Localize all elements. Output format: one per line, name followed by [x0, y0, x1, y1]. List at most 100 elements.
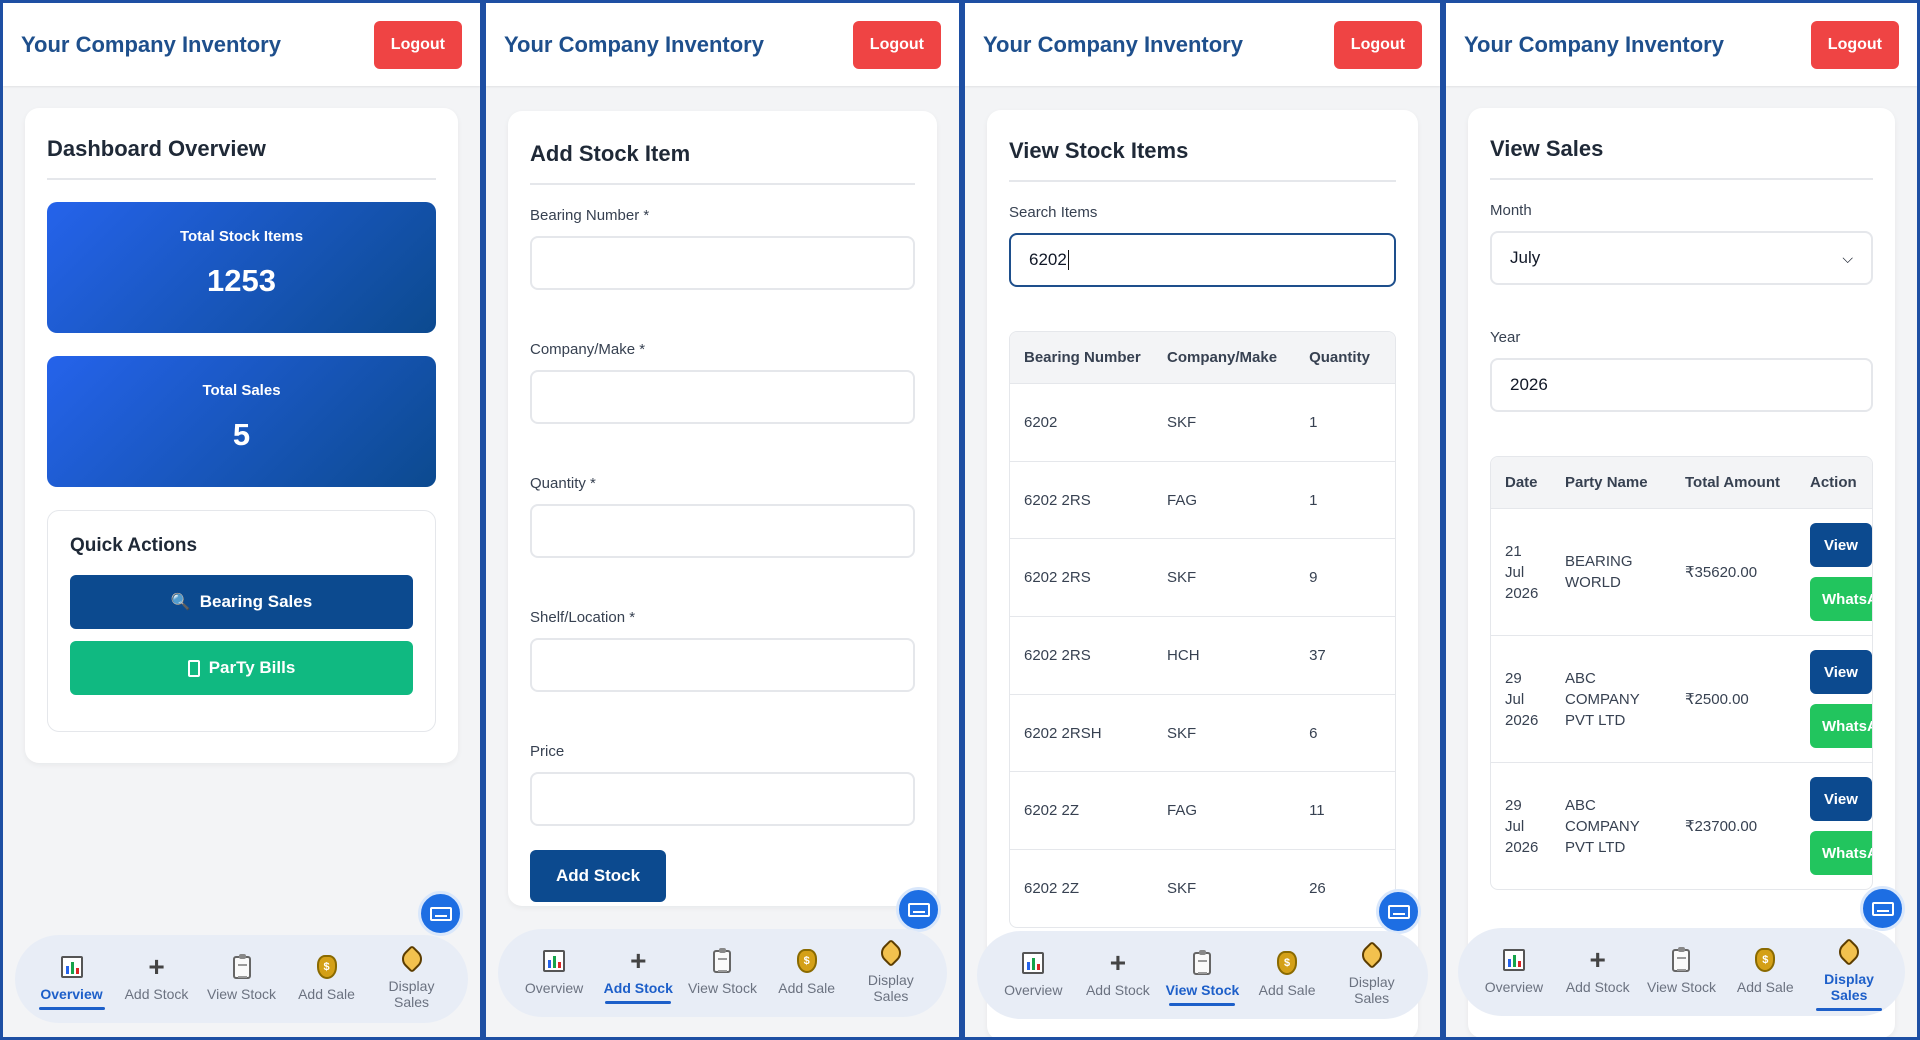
nav-add-stock[interactable]: + Add Stock [120, 952, 194, 1006]
bearing-sales-button[interactable]: 🔍 Bearing Sales [70, 575, 413, 629]
nav-overview[interactable]: Overview [35, 952, 109, 1010]
bottom-nav: Overview + Add Stock View Stock $ Add Sa… [977, 931, 1428, 1019]
cell-quantity: 1 [1309, 491, 1318, 509]
table-row[interactable]: 6202 2RSH SKF 6 E [1010, 694, 1395, 771]
cell-company: SKF [1167, 724, 1197, 742]
header: Your Company Inventory Logout [3, 3, 480, 86]
table-row[interactable]: 6202 2Z SKF 26 [1010, 849, 1395, 927]
view-stock-card: View Stock Items Search Items 6202 Beari… [987, 110, 1418, 1037]
nav-display-sales-label: Display Sales [867, 972, 914, 1004]
table-row[interactable]: 6202 SKF 1 E [1010, 383, 1395, 461]
table-row: 21 Jul 2026 BEARING WORLD ₹35620.00 View… [1491, 508, 1872, 635]
keyboard-icon[interactable] [418, 891, 463, 936]
logout-button[interactable]: Logout [852, 20, 941, 69]
price-tag-icon [1357, 940, 1386, 970]
nav-view-stock[interactable]: View Stock [205, 952, 279, 1006]
nav-add-sale[interactable]: $ Add Sale [290, 952, 364, 1006]
col-amount: Total Amount [1685, 474, 1780, 491]
view-button[interactable]: View [1810, 650, 1872, 694]
nav-overview[interactable]: Overview [517, 946, 591, 1000]
table-row[interactable]: 6202 2Z FAG 11 E [1010, 771, 1395, 849]
company-field[interactable] [530, 370, 915, 424]
nav-add-sale[interactable]: $ Add Sale [1250, 948, 1324, 1002]
nav-display-sales-label: Display Sales [1824, 971, 1874, 1003]
whatsapp-button[interactable]: WhatsA [1810, 704, 1872, 748]
col-bearing-number: Bearing Number [1024, 349, 1141, 366]
logout-button[interactable]: Logout [373, 20, 462, 69]
cell-bearing: 6202 2Z [1024, 880, 1080, 897]
table-row: 29 Jul 2026 ABC COMPANY PVT LTD ₹23700.0… [1491, 762, 1872, 889]
cell-actions: View WhatsA [1796, 523, 1872, 621]
cell-extra: E [1381, 492, 1395, 509]
magnifier-icon: 🔍 [170, 594, 191, 611]
nav-view-stock[interactable]: View Stock [1165, 948, 1239, 1006]
nav-overview[interactable]: Overview [996, 948, 1070, 1002]
logout-button[interactable]: Logout [1810, 20, 1899, 69]
shelf-field[interactable] [530, 638, 915, 692]
col-company: Company/Make [1167, 349, 1278, 366]
nav-add-stock[interactable]: + Add Stock [1081, 948, 1155, 1002]
total-sales-value: 5 [232, 417, 251, 452]
page-title: Add Stock Item [530, 141, 915, 185]
quick-actions-title: Quick Actions [70, 535, 198, 556]
cell-extra: L [1381, 647, 1395, 664]
table-row[interactable]: 6202 2RS HCH 37 L [1010, 616, 1395, 694]
nav-display-sales-label: Display Sales [388, 978, 435, 1010]
cell-amount: ₹2500.00 [1685, 691, 1749, 708]
col-quantity: Quantity [1309, 349, 1370, 366]
nav-add-stock[interactable]: + Add Stock [601, 946, 675, 1004]
nav-display-sales[interactable]: Display Sales [1812, 937, 1886, 1011]
view-button[interactable]: View [1810, 777, 1872, 821]
month-select[interactable]: July ⌵ [1490, 231, 1873, 285]
app-title: Your Company Inventory [983, 31, 1243, 57]
nav-view-stock[interactable]: View Stock [1644, 945, 1718, 999]
table-header: Date Party Name Total Amount Action [1491, 457, 1872, 508]
price-field[interactable] [530, 772, 915, 826]
cell-company: HCH [1167, 647, 1200, 664]
price-label: Price [530, 743, 565, 760]
year-input[interactable]: 2026 [1490, 358, 1873, 412]
nav-add-sale[interactable]: $ Add Sale [1728, 945, 1802, 999]
search-input[interactable]: 6202 [1009, 233, 1396, 287]
header: Your Company Inventory Logout [486, 3, 959, 86]
year-label: Year [1490, 329, 1521, 346]
logout-button[interactable]: Logout [1333, 20, 1422, 69]
cell-quantity: 6 [1309, 724, 1318, 742]
keyboard-icon[interactable] [1860, 886, 1905, 931]
col-date: Date [1505, 474, 1538, 491]
quantity-field[interactable] [530, 504, 915, 558]
whatsapp-button[interactable]: WhatsA [1810, 831, 1872, 875]
total-stock-card: Total Stock Items 1253 [47, 202, 436, 333]
app-title: Your Company Inventory [504, 31, 764, 57]
bottom-nav: Overview + Add Stock View Stock $ Add Sa… [498, 929, 947, 1017]
company-label: Company/Make * [530, 341, 646, 358]
bar-chart-icon [1022, 952, 1045, 974]
nav-add-stock[interactable]: + Add Stock [1561, 945, 1635, 999]
nav-overview[interactable]: Overview [1477, 945, 1551, 999]
nav-add-sale[interactable]: $ Add Sale [770, 946, 844, 1000]
nav-view-stock[interactable]: View Stock [685, 946, 759, 1000]
clipboard-icon [1193, 949, 1212, 975]
keyboard-icon[interactable] [1376, 889, 1421, 934]
table-row[interactable]: 6202 2RS FAG 1 E [1010, 461, 1395, 538]
col-extra: I [1381, 349, 1395, 366]
party-bills-button[interactable]: ParTy Bills [70, 641, 413, 695]
cell-actions: View WhatsA [1796, 777, 1872, 875]
cell-amount: ₹23700.00 [1685, 818, 1758, 835]
nav-view-stock-label: View Stock [1646, 979, 1716, 995]
nav-overview-label: Overview [1004, 982, 1063, 998]
add-stock-button[interactable]: Add Stock [530, 850, 667, 902]
table-row[interactable]: 6202 2RS SKF 9 L [1010, 538, 1395, 616]
plus-icon: + [1109, 947, 1127, 978]
search-value: 6202 [1029, 250, 1067, 269]
nav-display-sales[interactable]: Display Sales [1335, 940, 1409, 1010]
whatsapp-button[interactable]: WhatsA [1810, 577, 1872, 621]
chevron-down-icon: ⌵ [1842, 249, 1853, 266]
bearing-number-field[interactable] [530, 236, 915, 290]
keyboard-icon[interactable] [896, 887, 941, 932]
cell-bearing: 6202 2RSH [1024, 724, 1102, 742]
nav-display-sales[interactable]: Display Sales [854, 938, 928, 1008]
nav-display-sales[interactable]: Display Sales [375, 944, 449, 1014]
cell-party: ABC COMPANY PVT LTD [1565, 669, 1640, 729]
view-button[interactable]: View [1810, 523, 1872, 567]
